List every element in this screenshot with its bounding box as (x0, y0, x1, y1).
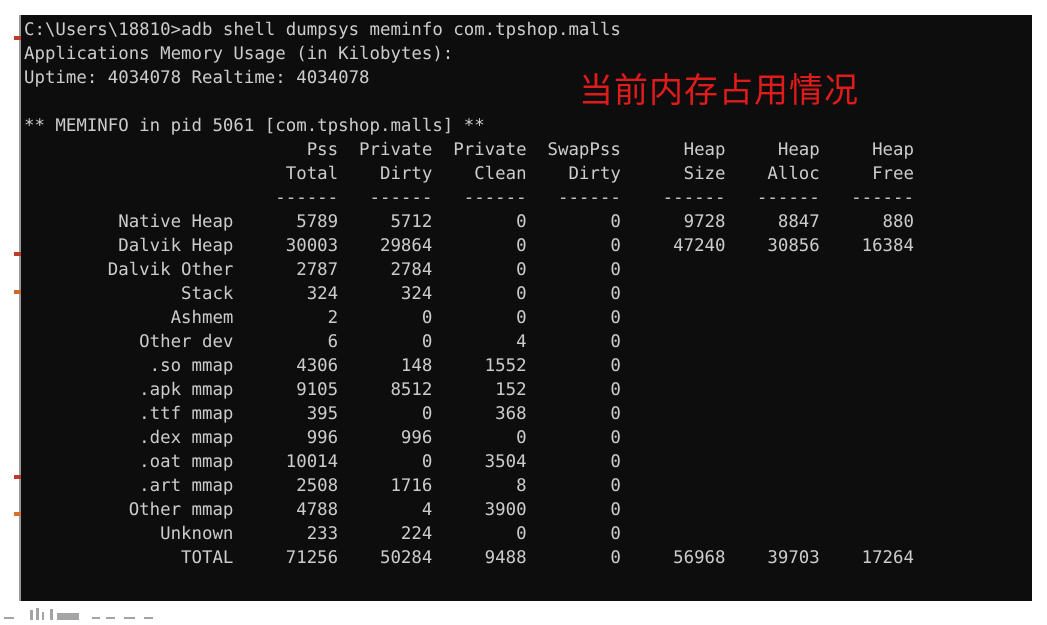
edge-tick-mark (14, 290, 21, 294)
edge-tick-mark (14, 252, 21, 256)
page-bottom-residue (0, 608, 320, 622)
red-annotation-label: 当前内存占用情况 (579, 71, 859, 111)
screenshot-root: C:\Users\18810>adb shell dumpsys meminfo… (0, 0, 1047, 625)
edge-tick-mark (14, 475, 21, 479)
edge-tick-mark (14, 36, 21, 40)
windows-console-window[interactable]: C:\Users\18810>adb shell dumpsys meminfo… (21, 15, 1032, 601)
edge-tick-mark (14, 512, 21, 516)
